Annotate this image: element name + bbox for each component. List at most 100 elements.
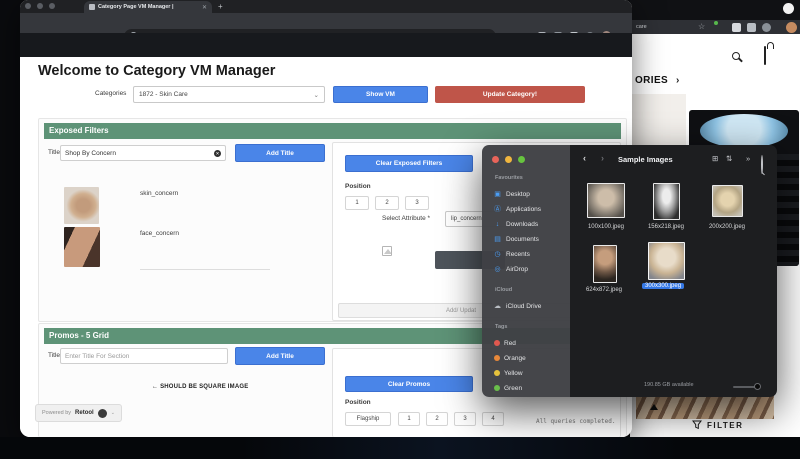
retool-brand: Retool xyxy=(75,410,94,416)
tab-favicon xyxy=(89,4,95,10)
file-name[interactable]: 100x100.jpeg xyxy=(582,224,630,230)
sidebar-tag-red[interactable]: Red xyxy=(494,336,516,350)
applications-icon: Ⓐ xyxy=(493,204,502,214)
file-name[interactable]: 624x872.jpeg xyxy=(580,287,628,293)
forward-icon[interactable]: › xyxy=(601,153,604,163)
promos-title-input[interactable] xyxy=(60,348,228,364)
exposed-filters-header: Exposed Filters xyxy=(44,123,621,139)
filter-thumbnail-skin-concern[interactable] xyxy=(64,187,99,224)
zoom-window-button[interactable] xyxy=(49,3,55,9)
tab-strip: Category Page VM Manager | ✕ + xyxy=(20,0,632,13)
sidebar-item-label: Recents xyxy=(506,251,530,258)
file-thumbnail[interactable] xyxy=(593,245,617,283)
sidebar-item-downloads[interactable]: ↓Downloads xyxy=(493,217,538,231)
sidebar-item-label: iCloud Drive xyxy=(506,303,541,310)
finder-window: Favourites ▣Desktop ⒶApplications ↓Downl… xyxy=(482,145,777,397)
desktop-bottom-strip xyxy=(0,437,800,459)
square-image-note: ← SHOULD BE SQUARE IMAGE xyxy=(152,384,248,390)
promos-add-title-button[interactable]: Add Title xyxy=(235,347,325,365)
minimize-window-button[interactable] xyxy=(37,3,43,9)
slider-knob[interactable] xyxy=(754,383,761,390)
extension-icon[interactable] xyxy=(732,23,741,32)
filter-button[interactable]: FILTER xyxy=(692,420,743,430)
sidebar-item-desktop[interactable]: ▣Desktop xyxy=(493,187,530,201)
grid-view-icon[interactable]: ⊞ xyxy=(712,154,718,163)
back-icon[interactable]: ‹ xyxy=(583,153,586,163)
clear-exposed-filters-button[interactable]: Clear Exposed Filters xyxy=(345,155,473,172)
position-button-3[interactable]: 3 xyxy=(454,412,476,426)
filter-name: face_concern xyxy=(140,230,179,237)
documents-icon: ▤ xyxy=(493,235,502,243)
close-tab-icon[interactable]: ✕ xyxy=(202,4,207,11)
show-vm-button[interactable]: Show VM xyxy=(333,86,428,103)
file-thumbnail[interactable] xyxy=(712,185,743,217)
exposed-add-title-button[interactable]: Add Title xyxy=(235,144,325,162)
search-icon[interactable] xyxy=(761,155,763,174)
position-button-flagship[interactable]: Flagship xyxy=(345,412,391,426)
filter-thumbnail-face-concern[interactable] xyxy=(64,227,100,267)
bookmark-star-icon[interactable]: ☆ xyxy=(698,23,705,31)
tags-header: Tags xyxy=(495,324,507,330)
sort-icon[interactable]: ⇅ xyxy=(726,154,732,163)
update-category-button[interactable]: Update Category! xyxy=(435,86,585,103)
profile-avatar[interactable] xyxy=(786,22,797,33)
position-button-1[interactable]: 1 xyxy=(345,196,369,210)
browser-tab[interactable]: Category Page VM Manager | ✕ xyxy=(84,1,212,13)
exposed-title-value: Shop By Concern xyxy=(65,150,116,157)
sidebar-item-recents[interactable]: ◷Recents xyxy=(493,247,530,261)
sidebar-tag-orange[interactable]: Orange xyxy=(494,351,526,365)
sidebar-item-icloud-drive[interactable]: ☁ iCloud Drive xyxy=(493,299,541,313)
extension-icon[interactable] xyxy=(747,23,756,32)
recording-indicator-dot xyxy=(783,3,794,14)
new-tab-button[interactable]: + xyxy=(218,2,223,11)
sidebar-tag-yellow[interactable]: Yellow xyxy=(494,366,523,380)
clear-promos-button[interactable]: Clear Promos xyxy=(345,376,473,392)
retool-header: ⋮ Category Page VM Manager Previewing v1… xyxy=(20,33,632,57)
desktop: care ☆ ORIES › FILTER xyxy=(0,0,800,459)
position-button-3[interactable]: 3 xyxy=(405,196,429,210)
record-icon[interactable] xyxy=(98,409,107,418)
exposed-title-input[interactable]: Shop By Concern ✕ xyxy=(60,145,226,161)
browser-toolbar: ← → ↻ lbb.retool.com /apps/Category%20Pa… xyxy=(20,13,632,33)
file-name-selected[interactable]: 300x300.jpeg xyxy=(642,283,684,289)
chevron-right-icon[interactable]: › xyxy=(676,75,679,86)
minimize-window-button[interactable] xyxy=(505,156,512,163)
available-storage-status: 190.85 GB available xyxy=(644,382,694,388)
file-name[interactable]: 200x200.jpeg xyxy=(703,224,751,230)
position-button-2[interactable]: 2 xyxy=(375,196,399,210)
sidebar-item-airdrop[interactable]: ◎AirDrop xyxy=(493,262,528,276)
close-window-button[interactable] xyxy=(492,156,499,163)
categories-label: Categories xyxy=(95,90,126,97)
cloud-icon: ☁ xyxy=(493,302,502,310)
shopping-bag-icon[interactable] xyxy=(764,46,766,65)
clear-input-icon[interactable]: ✕ xyxy=(214,150,221,157)
sidebar-tag-green[interactable]: Green xyxy=(494,381,522,395)
divider xyxy=(140,269,270,270)
powered-by-retool-badge[interactable]: Powered by Retool ⌄ xyxy=(35,404,122,422)
finder-content: ‹ › Sample Images ⊞ ⇅ » 100x100.jpeg 156… xyxy=(570,145,777,397)
category-select[interactable]: 1872 - Skin Care ⌄ xyxy=(133,86,325,103)
position-button-4[interactable]: 4 xyxy=(482,412,504,426)
more-toolbar-icon[interactable]: » xyxy=(746,154,750,163)
zoom-window-button[interactable] xyxy=(518,156,525,163)
jar-lid xyxy=(700,114,788,148)
powered-by-text: Powered by xyxy=(42,410,71,416)
file-thumbnail[interactable] xyxy=(653,183,680,220)
position-button-2[interactable]: 2 xyxy=(426,412,448,426)
file-thumbnail[interactable] xyxy=(587,183,625,218)
search-icon[interactable] xyxy=(732,52,740,60)
file-thumbnail-selected[interactable] xyxy=(648,242,685,280)
file-name[interactable]: 156x218.jpeg xyxy=(642,224,690,230)
filter-name: skin_concern xyxy=(140,190,178,197)
funnel-icon xyxy=(692,420,702,430)
tab-title: Category Page VM Manager | xyxy=(98,4,199,10)
close-window-button[interactable] xyxy=(25,3,31,9)
sidebar-item-documents[interactable]: ▤Documents xyxy=(493,232,539,246)
sidebar-item-applications[interactable]: ⒶApplications xyxy=(493,202,541,216)
position-button-1[interactable]: 1 xyxy=(398,412,420,426)
icloud-header: iCloud xyxy=(495,287,512,293)
tag-dot-yellow xyxy=(494,370,500,376)
extensions-pin-icon[interactable] xyxy=(762,23,771,32)
desktop-icon: ▣ xyxy=(493,190,502,198)
chevron-down-icon: ⌄ xyxy=(111,410,115,416)
